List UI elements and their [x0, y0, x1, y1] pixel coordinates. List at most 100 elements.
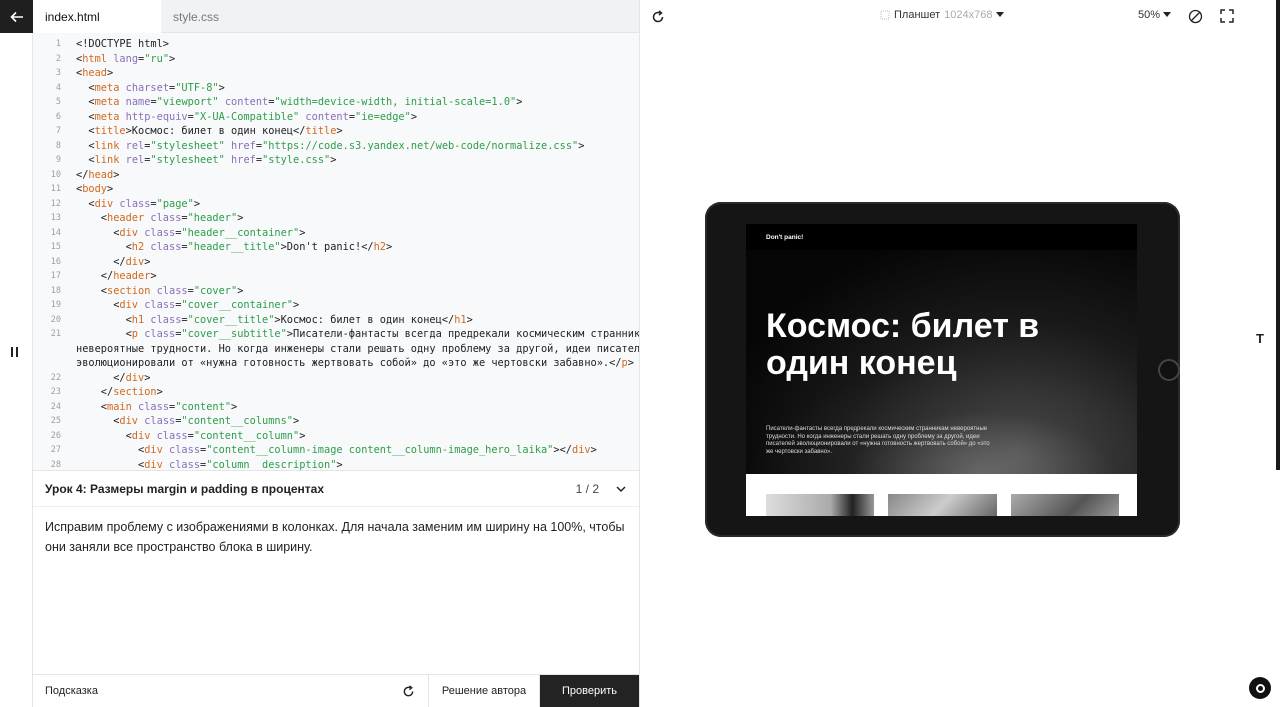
line-content: <p class="cover__subtitle">Писатели-фант… — [76, 328, 639, 340]
edge-strip — [1276, 0, 1280, 470]
text-tool-icon[interactable]: T — [1256, 331, 1264, 346]
left-strip — [0, 0, 33, 707]
rotate-device-icon[interactable] — [1188, 9, 1203, 24]
tablet-home-button — [1158, 359, 1180, 381]
column-image — [1010, 494, 1119, 516]
reset-button[interactable] — [389, 675, 429, 707]
check-button[interactable]: Проверить — [540, 675, 639, 707]
code-line[interactable]: 18 <section class="cover"> — [33, 284, 639, 299]
column-image — [888, 494, 997, 516]
code-line[interactable]: 6 <meta http-equiv="X-UA-Compatible" con… — [33, 110, 639, 125]
pause-icon[interactable] — [11, 347, 21, 359]
code-line[interactable]: 4 <meta charset="UTF-8"> — [33, 81, 639, 96]
code-line[interactable]: 5 <meta name="viewport" content="width=d… — [33, 95, 639, 110]
line-number: 17 — [50, 271, 61, 281]
code-line[interactable]: 19 <div class="cover__container"> — [33, 298, 639, 313]
code-line[interactable]: 15 <h2 class="header__title">Don't panic… — [33, 240, 639, 255]
line-content: невероятные трудности. Но когда инженеры… — [76, 342, 639, 355]
code-line[interactable]: невероятные трудности. Но когда инженеры… — [33, 342, 639, 357]
line-content: <div class="content__columns"> — [76, 415, 300, 427]
zoom-value: 50% — [1138, 9, 1161, 21]
lesson-header[interactable]: Урок 4: Размеры margin и padding в проце… — [33, 471, 639, 507]
line-number: 26 — [50, 430, 61, 441]
tab-index-html[interactable]: index.html — [33, 0, 161, 33]
code-line[interactable]: 13 <header class="header"> — [33, 211, 639, 226]
line-content: <div class="cover__container"> — [76, 299, 300, 311]
chevron-down-icon[interactable] — [615, 483, 627, 495]
hint-button[interactable]: Подсказка — [33, 675, 389, 707]
line-number: 2 — [55, 53, 61, 64]
line-number: 18 — [50, 285, 61, 296]
author-solution-button[interactable]: Решение автора — [429, 675, 540, 707]
fullscreen-icon[interactable] — [1220, 9, 1234, 23]
app: index.html style.css 1 <!DOCTYPE html> 2 <h… — [0, 0, 1280, 707]
code-area[interactable]: 1 <!DOCTYPE html> 2 <html lang="ru"> 3 <head>… — [33, 33, 639, 470]
line-content: <title>Космос: билет в один конец</title… — [76, 125, 343, 137]
code-line[interactable]: 25 <div class="content__columns"> — [33, 414, 639, 429]
code-line[interactable]: 8 <link rel="stylesheet" href="https://c… — [33, 139, 639, 154]
code-line[interactable]: 11 <body> — [33, 182, 639, 197]
line-content: эволюционировали от «нужна готовность же… — [76, 357, 634, 369]
line-content: <div class="column__description"> — [76, 458, 343, 471]
line-number — [33, 342, 76, 357]
code-line[interactable]: 22 </div> — [33, 371, 639, 386]
code-line[interactable]: 16 </div> — [33, 255, 639, 270]
right-sidebar — [1245, 0, 1280, 707]
line-content: <link rel="stylesheet" href="https://cod… — [76, 139, 585, 152]
line-content: <body> — [76, 183, 114, 195]
code-line[interactable]: 2 <html lang="ru"> — [33, 52, 639, 67]
code-line[interactable]: 7 <title>Космос: билет в один конец</tit… — [33, 124, 639, 139]
back-button[interactable] — [0, 0, 33, 33]
line-content: <meta charset="UTF-8"> — [76, 81, 225, 94]
column-image — [766, 494, 875, 516]
line-content: <meta http-equiv="X-UA-Compatible" conte… — [76, 110, 418, 123]
line-content: </section> — [76, 386, 163, 398]
cover-title: Космос: билет в один конец — [766, 307, 1040, 382]
tab-style-css[interactable]: style.css — [161, 0, 289, 33]
cover-subtitle: Писатели-фантасты всегда предрекали косм… — [766, 426, 990, 455]
editor-tabs: index.html style.css — [33, 0, 639, 33]
code-line[interactable]: 12 <div class="page"> — [33, 197, 639, 212]
line-content: </head> — [76, 168, 120, 181]
line-content: </div> — [76, 371, 151, 384]
line-content: </header> — [76, 270, 157, 282]
code-line[interactable]: 28 <div class="column__description"> — [33, 458, 639, 471]
chat-icon[interactable] — [1249, 677, 1271, 699]
code-line[interactable]: 3 <head> — [33, 66, 639, 81]
code-line[interactable]: 27 <div class="content__column-image con… — [33, 443, 639, 458]
code-line[interactable]: 21 <p class="cover__subtitle">Писатели-ф… — [33, 327, 639, 342]
line-number: 10 — [50, 169, 61, 180]
code-line[interactable]: 23 </section> — [33, 385, 639, 400]
code-line[interactable]: эволюционировали от «нужна готовность же… — [33, 356, 639, 371]
line-content: <link rel="stylesheet" href="style.css"> — [76, 154, 337, 166]
code-line[interactable]: 14 <div class="header__container"> — [33, 226, 639, 241]
preview-panel: Планшет 1024x768 50% Don't panic! Космос… — [639, 0, 1245, 707]
line-content: <header class="header"> — [76, 212, 244, 224]
code-line[interactable]: 24 <main class="content"> — [33, 400, 639, 415]
caret-down-icon — [996, 12, 1005, 17]
code-line[interactable]: 20 <h1 class="cover__title">Космос: биле… — [33, 313, 639, 328]
line-number: 19 — [50, 300, 61, 310]
zoom-select[interactable]: 50% — [1138, 9, 1172, 21]
code-line[interactable]: 9 <link rel="stylesheet" href="style.css… — [33, 153, 639, 168]
preview-screen[interactable]: Don't panic! Космос: билет в один конец … — [746, 224, 1137, 516]
line-number: 27 — [50, 445, 61, 455]
caret-down-icon — [1163, 12, 1172, 17]
line-number: 3 — [55, 68, 61, 78]
code-line[interactable]: 17 </header> — [33, 269, 639, 284]
code-line[interactable]: 26 <div class="content__column"> — [33, 429, 639, 444]
device-select[interactable]: Планшет 1024x768 — [880, 9, 1005, 21]
line-content: <div class="page"> — [76, 197, 201, 210]
device-resolution: 1024x768 — [944, 9, 993, 21]
code-line[interactable]: 1 <!DOCTYPE html> — [33, 37, 639, 52]
line-number: 13 — [50, 213, 61, 223]
line-content: <div class="content__column-image conten… — [76, 444, 597, 456]
code-line[interactable]: 10 </head> — [33, 168, 639, 183]
reload-preview-icon[interactable] — [650, 9, 666, 25]
line-content: <meta name="viewport" content="width=dev… — [76, 96, 523, 108]
device-name: Планшет — [894, 9, 941, 21]
line-number: 25 — [50, 416, 61, 426]
site-cover: Космос: билет в один конец Писатели-фант… — [746, 250, 1137, 474]
lesson-text: Исправим проблему с изображениями в коло… — [45, 520, 625, 554]
lesson-panel: Урок 4: Размеры margin и padding в проце… — [33, 470, 639, 674]
